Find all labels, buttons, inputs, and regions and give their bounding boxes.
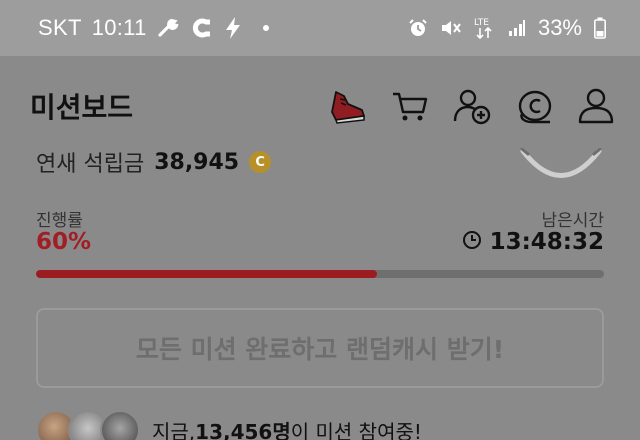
battery-icon — [594, 17, 606, 39]
mute-icon — [440, 18, 462, 38]
app-bar: 미션보드 — [0, 56, 640, 152]
gauge-icon — [520, 147, 602, 178]
cart-icon[interactable] — [390, 86, 430, 126]
remaining-time: 13:48:32 — [462, 229, 604, 255]
progress-percent: 60% — [36, 229, 92, 255]
alarm-icon — [408, 18, 428, 38]
accumulated-amount: 38,945 — [154, 149, 240, 175]
progress-bar — [36, 270, 604, 278]
sneaker-icon[interactable] — [328, 86, 368, 126]
accumulated-reward: 연새 석립금 38,945 C — [36, 146, 272, 178]
clock-time: 10:11 — [91, 15, 147, 40]
participants-row: 지금, 13,456명 이 미션 참여중! — [36, 410, 422, 440]
status-bar: SKT 10:11 LTE 33% — [0, 0, 640, 56]
clock-icon — [462, 230, 482, 254]
avatar — [100, 410, 140, 440]
participants-prefix: 지금, — [152, 419, 196, 440]
profile-icon[interactable] — [576, 86, 616, 126]
lte-icon: LTE — [474, 16, 496, 40]
coin-stack-icon[interactable] — [514, 86, 554, 126]
participants-count: 13,456명 — [195, 419, 291, 440]
magnet-icon — [191, 17, 213, 39]
battery-percent: 33% — [537, 15, 582, 40]
app-bar-actions — [328, 86, 616, 126]
add-user-icon[interactable] — [452, 86, 492, 126]
progress-bar-fill — [36, 270, 377, 278]
claim-random-cash-label: 모든 미션 완료하고 랜덤캐시 받기! — [135, 335, 505, 364]
remaining-time-label: 남은시간 — [541, 211, 604, 231]
svg-text:LTE: LTE — [474, 18, 489, 28]
status-bar-left: SKT 10:11 — [38, 0, 269, 56]
progress-label: 진행률 — [36, 211, 83, 231]
accumulated-label: 연새 석립금 — [36, 152, 145, 177]
wrench-icon — [157, 16, 181, 40]
bolt-icon — [223, 16, 243, 40]
status-bar-right: LTE 33% — [408, 0, 606, 56]
dot-icon — [262, 25, 269, 31]
signal-icon — [508, 19, 526, 37]
coin-icon: C — [249, 151, 272, 173]
participants-suffix: 이 미션 참여중! — [290, 419, 422, 440]
remaining-time-value: 13:48:32 — [489, 229, 604, 255]
participants-text: 지금, 13,456명 이 미션 참여중! — [152, 416, 422, 440]
avatar-group — [36, 410, 142, 440]
claim-random-cash-button[interactable]: 모든 미션 완료하고 랜덤캐시 받기! — [36, 308, 604, 388]
carrier-label: SKT — [38, 15, 82, 40]
page-title: 미션보드 — [30, 91, 134, 124]
